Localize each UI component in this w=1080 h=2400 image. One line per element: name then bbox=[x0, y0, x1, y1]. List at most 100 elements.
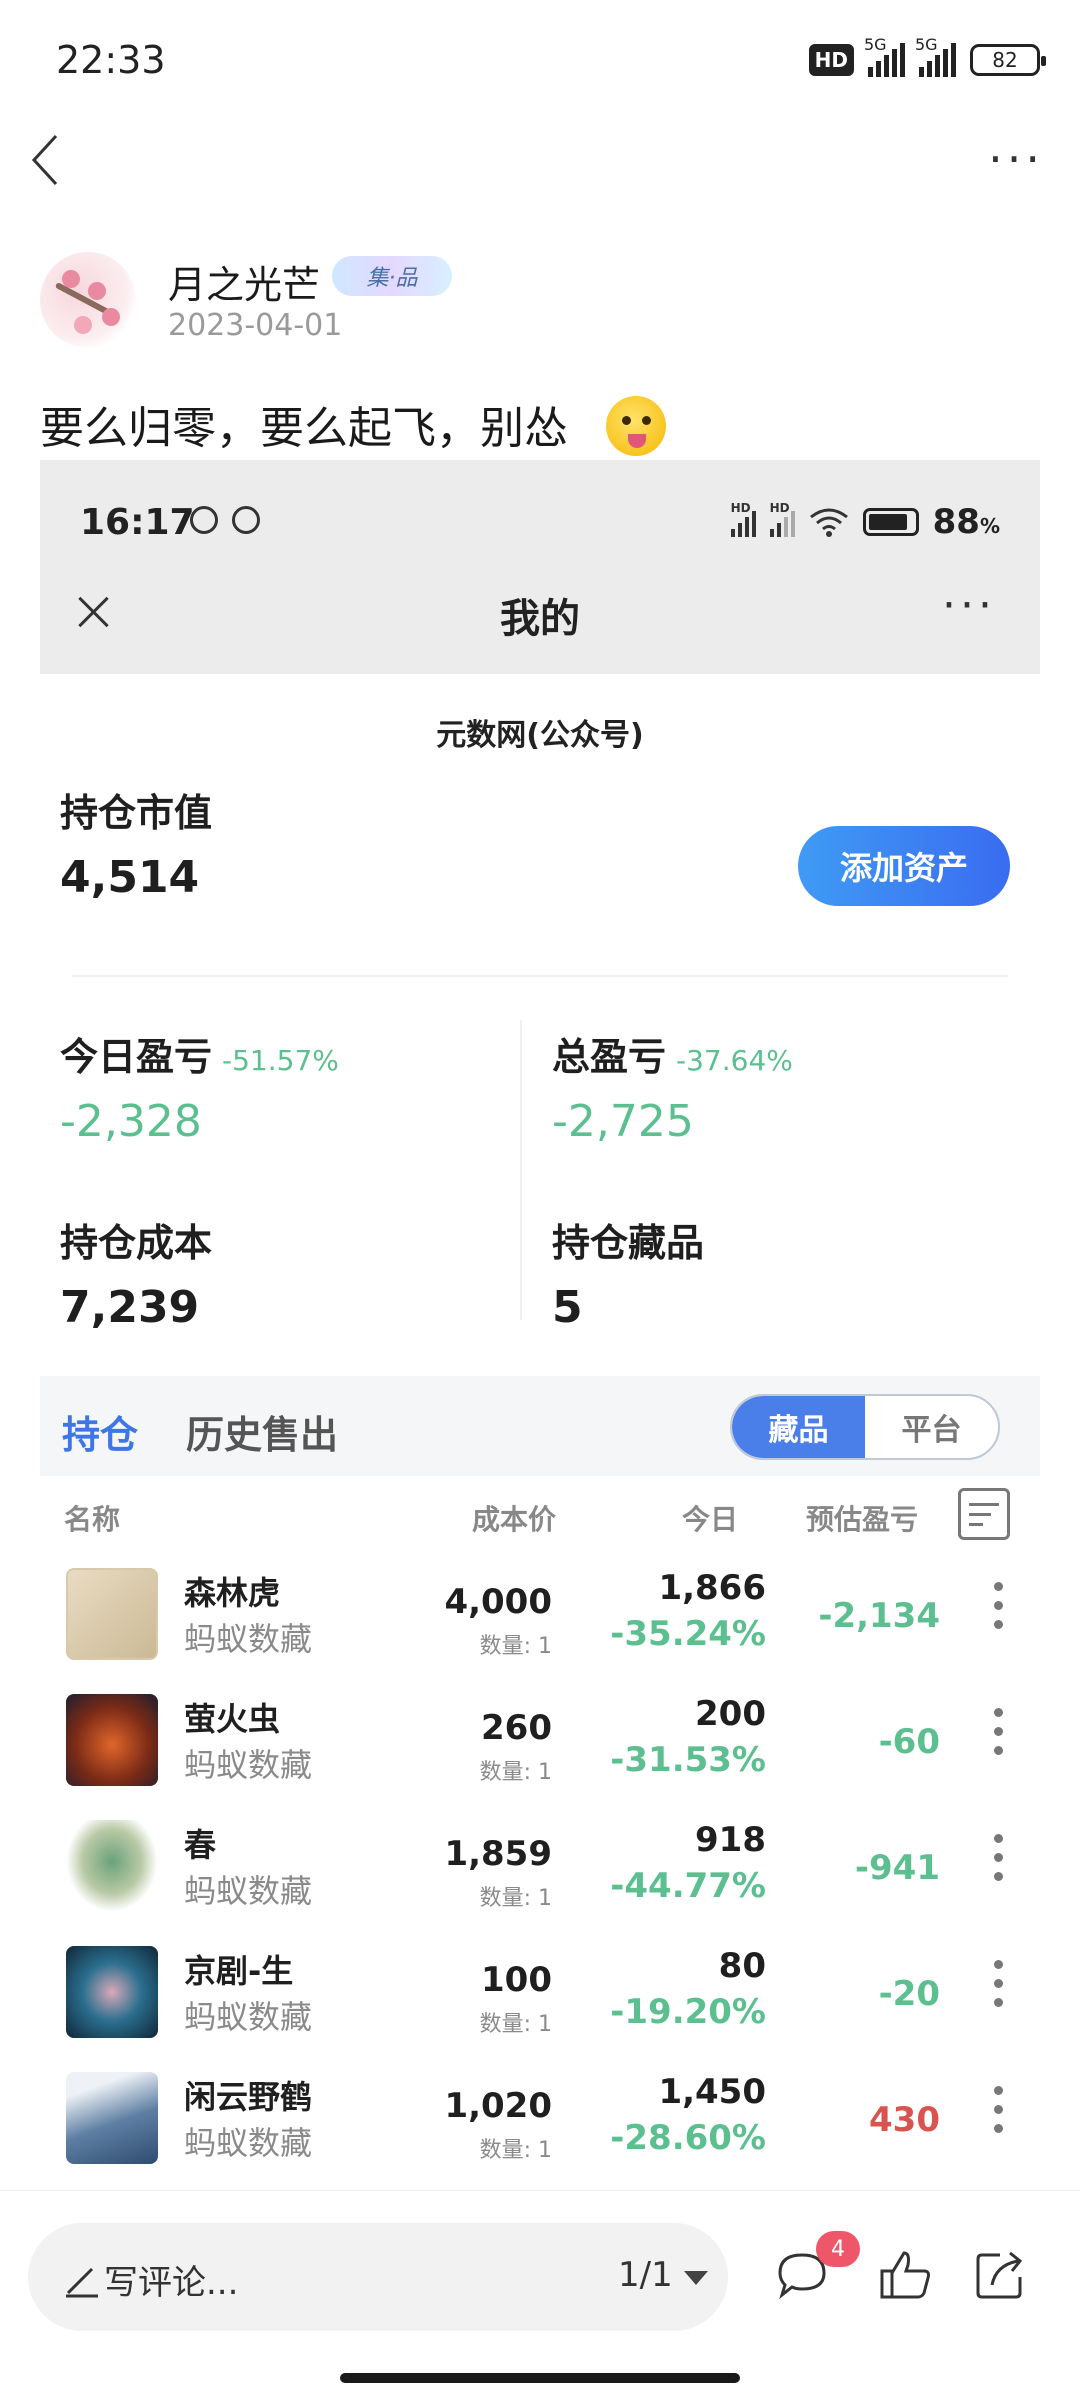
author-name[interactable]: 月之光芒 bbox=[168, 254, 320, 309]
item-change: -28.60% bbox=[610, 2118, 766, 2158]
tab-holdings[interactable]: 持仓 bbox=[62, 1404, 138, 1459]
market-value: 4,514 bbox=[60, 852, 200, 903]
total-pl-value: -2,725 bbox=[552, 1096, 694, 1147]
home-indicator bbox=[340, 2373, 740, 2383]
item-est-pl: -2,134 bbox=[818, 1596, 940, 1636]
item-today-price: 80 bbox=[718, 1946, 766, 1986]
item-change: -35.24% bbox=[610, 1614, 766, 1654]
page-indicator[interactable]: 1/1 bbox=[618, 2255, 673, 2295]
item-qty: 数量: 1 bbox=[479, 1886, 552, 1911]
view-toggle: 藏品 平台 bbox=[730, 1394, 1000, 1460]
signal-icon-2: 5G bbox=[915, 35, 956, 77]
inner-page-title: 我的 bbox=[500, 596, 580, 642]
signal-icon-2: HD bbox=[769, 501, 795, 537]
battery-percent: 88% bbox=[932, 502, 1000, 542]
today-pl-value: -2,328 bbox=[60, 1096, 202, 1147]
total-pl-percent: -37.64% bbox=[676, 1044, 793, 1077]
top-nav: ··· bbox=[0, 120, 1080, 200]
cost-value: 7,239 bbox=[60, 1282, 200, 1333]
item-est-pl: 430 bbox=[869, 2100, 940, 2140]
item-qty: 数量: 1 bbox=[479, 2138, 552, 2163]
table-row[interactable]: 春 蚂蚁数藏 1,859 数量: 1 918 -44.77% -941 bbox=[40, 1806, 1040, 1932]
embedded-screenshot[interactable]: 16:17 HD HD 88% 我的 ··· 元数网(公众号) 持仓市值 4,5… bbox=[40, 460, 1040, 2180]
inner-more-icon[interactable]: ··· bbox=[942, 580, 996, 631]
item-est-pl: -941 bbox=[854, 1848, 940, 1888]
today-pl-percent: -51.57% bbox=[222, 1044, 339, 1077]
table-row[interactable]: 萤火虫 蚂蚁数藏 260 数量: 1 200 -31.53% -60 bbox=[40, 1680, 1040, 1806]
item-platform: 蚂蚁数藏 bbox=[184, 1998, 313, 2036]
list-settings-icon[interactable] bbox=[958, 1488, 1010, 1540]
divider-vertical bbox=[520, 1020, 522, 1320]
avatar[interactable] bbox=[40, 252, 136, 348]
back-arrow-icon[interactable] bbox=[26, 130, 66, 190]
item-thumbnail bbox=[66, 2072, 158, 2164]
mute-bell-icon bbox=[190, 506, 218, 534]
item-name: 京剧-生 bbox=[184, 1952, 294, 1990]
item-platform: 蚂蚁数藏 bbox=[184, 1746, 313, 1784]
inner-status-time: 16:17 bbox=[80, 502, 195, 543]
col-header-today: 今日 bbox=[682, 1503, 739, 1536]
row-menu-icon[interactable] bbox=[994, 1582, 1004, 1642]
post-text: 要么归零，要么起飞，别怂 bbox=[40, 403, 568, 454]
toggle-collectibles[interactable]: 藏品 bbox=[732, 1396, 865, 1458]
item-thumbnail bbox=[66, 1946, 158, 2038]
add-asset-button[interactable]: 添加资产 bbox=[798, 826, 1010, 906]
table-row[interactable]: 闲云野鹤 蚂蚁数藏 1,020 数量: 1 1,450 -28.60% 430 bbox=[40, 2058, 1040, 2180]
item-est-pl: -20 bbox=[878, 1974, 940, 2014]
today-pl-label: 今日盈亏 -51.57% bbox=[60, 1035, 339, 1079]
divider bbox=[72, 975, 1008, 977]
col-header-name: 名称 bbox=[64, 1503, 121, 1536]
row-menu-icon[interactable] bbox=[994, 2086, 1004, 2146]
holdings-count-label: 持仓藏品 bbox=[552, 1221, 705, 1265]
row-menu-icon[interactable] bbox=[994, 1708, 1004, 1768]
row-menu-icon[interactable] bbox=[994, 1960, 1004, 2020]
item-today-price: 1,866 bbox=[658, 1568, 766, 1608]
item-platform: 蚂蚁数藏 bbox=[184, 1620, 313, 1658]
item-qty: 数量: 1 bbox=[479, 1760, 552, 1785]
item-thumbnail bbox=[66, 1568, 158, 1660]
item-est-pl: -60 bbox=[878, 1722, 940, 1762]
item-cost: 1,020 bbox=[444, 2086, 552, 2126]
item-cost: 4,000 bbox=[444, 1582, 552, 1622]
tongue-out-emoji-icon bbox=[606, 396, 666, 456]
toggle-platform[interactable]: 平台 bbox=[865, 1396, 998, 1458]
status-icons: HD 5G 5G 82 bbox=[808, 35, 1046, 80]
more-options-icon[interactable]: ··· bbox=[988, 136, 1044, 182]
tab-sold-history[interactable]: 历史售出 bbox=[186, 1404, 338, 1459]
comment-count-badge: 4 bbox=[816, 2231, 860, 2267]
comment-placeholder: 写评论... bbox=[104, 2263, 239, 2303]
col-header-cost: 成本价 bbox=[472, 1503, 557, 1536]
row-menu-icon[interactable] bbox=[994, 1834, 1004, 1894]
comment-input[interactable]: 写评论... 1/1 bbox=[28, 2223, 728, 2331]
chevron-down-icon[interactable] bbox=[684, 2271, 708, 2285]
status-bar: 22:33 HD 5G 5G 82 bbox=[0, 0, 1080, 120]
item-change: -44.77% bbox=[610, 1866, 766, 1906]
item-thumbnail bbox=[66, 1694, 158, 1786]
market-value-label: 持仓市值 bbox=[60, 791, 213, 835]
item-change: -19.20% bbox=[610, 1992, 766, 2032]
holdings-tabs: 持仓 历史售出 藏品 平台 bbox=[40, 1376, 1040, 1476]
hd-icon: HD bbox=[808, 44, 854, 76]
author-badge: 集·品 bbox=[332, 256, 452, 296]
post-date: 2023-04-01 bbox=[168, 308, 343, 343]
table-row[interactable]: 京剧-生 蚂蚁数藏 100 数量: 1 80 -19.20% -20 bbox=[40, 1932, 1040, 2058]
total-pl-label: 总盈亏 -37.64% bbox=[552, 1035, 793, 1079]
cost-label: 持仓成本 bbox=[60, 1221, 213, 1265]
battery-icon bbox=[862, 508, 919, 536]
item-qty: 数量: 1 bbox=[479, 2012, 552, 2037]
item-today-price: 200 bbox=[695, 1694, 766, 1734]
item-change: -31.53% bbox=[610, 1740, 766, 1780]
alarm-icon bbox=[232, 506, 260, 534]
thumbs-up-icon[interactable] bbox=[876, 2245, 936, 2305]
item-today-price: 918 bbox=[695, 1820, 766, 1860]
table-row[interactable]: 森林虎 蚂蚁数藏 4,000 数量: 1 1,866 -35.24% -2,13… bbox=[40, 1554, 1040, 1680]
share-icon[interactable] bbox=[970, 2245, 1030, 2305]
item-platform: 蚂蚁数藏 bbox=[184, 1872, 313, 1910]
holdings-count: 5 bbox=[552, 1282, 583, 1333]
battery-icon: 82 bbox=[970, 44, 1046, 76]
item-platform: 蚂蚁数藏 bbox=[184, 2124, 313, 2162]
pencil-icon bbox=[66, 2267, 98, 2298]
item-qty: 数量: 1 bbox=[479, 1634, 552, 1659]
bottom-action-bar: 写评论... 1/1 4 bbox=[0, 2190, 1080, 2400]
item-cost: 260 bbox=[481, 1708, 552, 1748]
